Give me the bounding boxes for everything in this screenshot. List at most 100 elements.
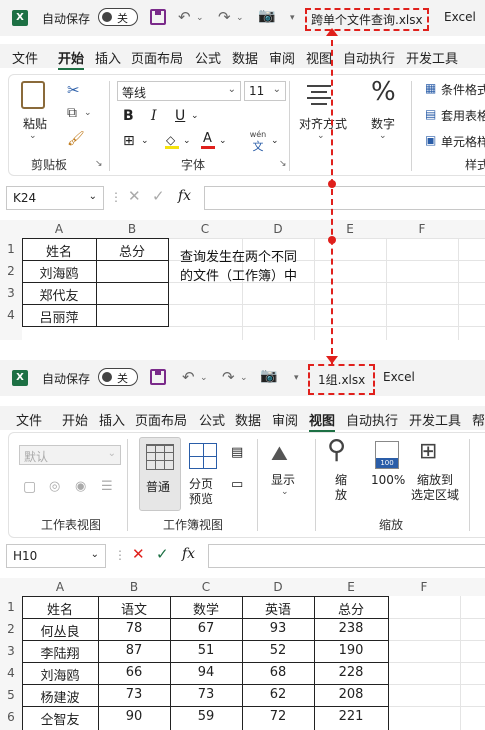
zoom-selection-button[interactable]: 缩放到 选定区域 — [411, 473, 459, 503]
tab-home[interactable]: 开始 — [58, 48, 85, 70]
cell-b5[interactable]: 73 — [98, 687, 170, 702]
new-view-icon[interactable]: ◉ — [75, 479, 86, 494]
cell-b3[interactable]: 87 — [98, 643, 170, 658]
tab-formulas[interactable]: 公式 — [199, 410, 225, 429]
cell-a6[interactable]: 仝智友 — [22, 709, 98, 728]
row-header-1[interactable]: 1 — [0, 242, 22, 256]
cell-e3[interactable]: 190 — [314, 643, 388, 658]
row-header-4[interactable]: 4 — [0, 308, 22, 322]
align-label[interactable]: 对齐方式 — [299, 115, 347, 132]
cell-c6[interactable]: 59 — [170, 709, 242, 724]
border-icon[interactable]: ⊞ — [123, 133, 135, 149]
normal-view-button[interactable]: 普通 — [139, 437, 181, 511]
undo-dropdown-icon[interactable]: ⌄ — [196, 13, 204, 23]
cell-b6[interactable]: 90 — [98, 709, 170, 724]
cancel-icon[interactable]: ✕ — [128, 187, 141, 205]
tab-formulas[interactable]: 公式 — [195, 48, 221, 67]
column-header-e[interactable]: E — [314, 222, 386, 236]
customize-qat-icon[interactable]: ▾ — [294, 373, 299, 383]
cell-b4[interactable]: 66 — [98, 665, 170, 680]
column-header-c[interactable]: C — [168, 222, 242, 236]
sheet-view-select[interactable]: 默认 ⌄ — [19, 445, 121, 465]
cell-a5[interactable]: 杨建波 — [22, 687, 98, 706]
cell-c5[interactable]: 73 — [170, 687, 242, 702]
cell-b1[interactable]: 总分 — [96, 241, 168, 260]
more-options-icon[interactable]: ⋮ — [114, 548, 126, 562]
redo-icon[interactable]: ↷ — [218, 8, 231, 26]
clipboard-launcher-icon[interactable]: ↘ — [95, 159, 103, 169]
column-header-b[interactable]: B — [98, 580, 170, 594]
zoom-button[interactable]: 缩 放 — [335, 473, 347, 503]
tab-view[interactable]: 视图 — [306, 48, 332, 67]
zoom-100-button[interactable]: 100% — [371, 473, 405, 487]
undo-icon[interactable]: ↶ — [178, 8, 191, 26]
align-icon[interactable] — [307, 83, 333, 107]
cell-a1[interactable]: 姓名 — [22, 241, 96, 260]
page-break-button[interactable]: 分页 预览 — [189, 477, 213, 507]
cell-a4[interactable]: 吕丽萍 — [22, 307, 96, 326]
exit-view-icon[interactable]: ◎ — [49, 479, 60, 494]
cell-a2[interactable]: 何丛良 — [22, 621, 98, 640]
row-header-2[interactable]: 2 — [0, 622, 22, 636]
row-header-5[interactable]: 5 — [0, 688, 22, 702]
cell-d1[interactable]: 英语 — [242, 599, 314, 618]
cell-b1[interactable]: 语文 — [98, 599, 170, 618]
cell-a3[interactable]: 郑代友 — [22, 285, 96, 304]
formula-input[interactable] — [204, 186, 485, 210]
cell-a4[interactable]: 刘海鸥 — [22, 665, 98, 684]
cell-d3[interactable]: 52 — [242, 643, 314, 658]
keep-view-icon[interactable]: ▢ — [23, 479, 36, 495]
tab-insert[interactable]: 插入 — [99, 410, 125, 429]
phonetic-button[interactable]: wén 文 — [247, 130, 269, 154]
page-break-icon[interactable] — [189, 443, 217, 469]
redo-icon[interactable]: ↷ — [222, 368, 235, 386]
align-dropdown-icon[interactable]: ⌄ — [317, 131, 325, 141]
column-header-f[interactable]: F — [388, 580, 460, 594]
undo-dropdown-icon[interactable]: ⌄ — [200, 373, 208, 383]
row-header-1[interactable]: 1 — [0, 600, 22, 614]
cell-a1[interactable]: 姓名 — [22, 599, 98, 618]
cell-d4[interactable]: 68 — [242, 665, 314, 680]
format-painter-icon[interactable]: 🖌 — [67, 131, 85, 147]
autosave-toggle[interactable]: 关 — [98, 8, 138, 26]
copy-icon[interactable]: ⧉ — [67, 105, 77, 121]
font-launcher-icon[interactable]: ↘ — [279, 159, 287, 169]
tab-view[interactable]: 视图 — [309, 410, 336, 432]
show-dropdown-icon[interactable]: ⌄ — [281, 487, 289, 497]
insert-function-button[interactable]: fx — [178, 188, 191, 204]
camera-icon[interactable]: 📷 — [258, 8, 275, 24]
cell-e2[interactable]: 238 — [314, 621, 388, 636]
tab-data[interactable]: 数据 — [235, 410, 261, 429]
cell-c2[interactable]: 67 — [170, 621, 242, 636]
cell-a2[interactable]: 刘海鸥 — [22, 263, 96, 282]
font-color-icon[interactable]: A — [201, 131, 215, 149]
number-dropdown-icon[interactable]: ⌄ — [379, 131, 387, 141]
font-size-select[interactable]: 11 ⌄ — [244, 81, 286, 101]
border-dropdown-icon[interactable]: ⌄ — [141, 136, 149, 146]
more-options-icon[interactable]: ⋮ — [110, 190, 122, 204]
row-header-4[interactable]: 4 — [0, 666, 22, 680]
customize-qat-icon[interactable]: ▾ — [290, 13, 295, 23]
tab-file[interactable]: 文件 — [12, 48, 38, 67]
column-header-b[interactable]: B — [96, 222, 168, 236]
undo-icon[interactable]: ↶ — [182, 368, 195, 386]
font-color-dropdown-icon[interactable]: ⌄ — [219, 136, 227, 146]
insert-function-button[interactable]: fx — [182, 546, 195, 562]
tab-page-layout[interactable]: 页面布局 — [135, 410, 187, 429]
fill-color-icon[interactable]: ◇ — [165, 133, 179, 149]
cell-b2[interactable]: 78 — [98, 621, 170, 636]
cancel-icon[interactable]: ✕ — [132, 545, 145, 563]
paste-icon[interactable] — [21, 81, 45, 109]
bold-button[interactable]: B — [123, 108, 134, 124]
table-format-button[interactable]: 套用表格 — [441, 107, 485, 124]
camera-icon[interactable]: 📷 — [260, 368, 277, 384]
underline-button[interactable]: U — [175, 108, 185, 124]
column-header-e[interactable]: E — [314, 580, 388, 594]
cell-e1[interactable]: 总分 — [314, 599, 388, 618]
save-icon[interactable] — [150, 369, 166, 385]
name-box[interactable]: K24 ⌄ — [6, 186, 104, 210]
cell-e5[interactable]: 208 — [314, 687, 388, 702]
column-header-d[interactable]: D — [242, 580, 314, 594]
copy-dropdown-icon[interactable]: ⌄ — [84, 108, 92, 118]
tab-data[interactable]: 数据 — [232, 48, 258, 67]
